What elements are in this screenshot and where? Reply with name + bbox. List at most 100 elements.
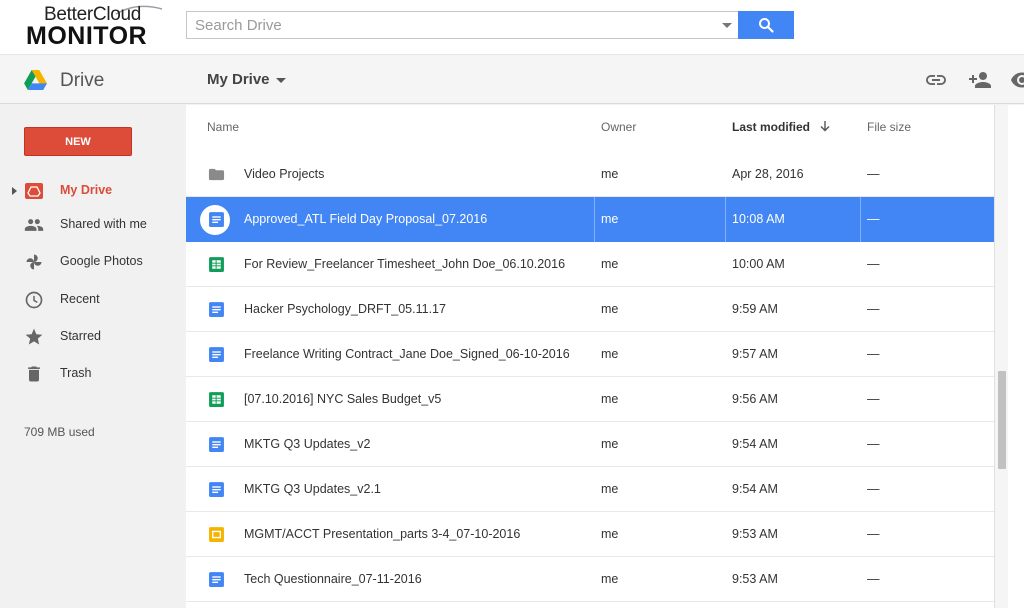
column-separator xyxy=(594,197,595,242)
column-separator xyxy=(725,197,726,242)
clock-icon xyxy=(25,291,43,309)
file-modified: 9:53 AM xyxy=(732,572,778,586)
search-button[interactable] xyxy=(738,11,794,39)
file-size: — xyxy=(867,347,880,361)
preview-eye-icon[interactable] xyxy=(1010,68,1024,92)
column-header-label: Last modified xyxy=(732,120,811,134)
file-size: — xyxy=(867,437,880,451)
column-header-owner[interactable]: Owner xyxy=(601,120,636,134)
photos-pinwheel-icon xyxy=(26,254,42,270)
file-row[interactable]: Tech Questionnaire_07-11-2016 me 9:53 AM… xyxy=(186,557,994,602)
sidebar-item-recent[interactable]: Recent xyxy=(0,282,186,318)
file-name: Freelance Writing Contract_Jane Doe_Sign… xyxy=(244,347,570,361)
file-modified: 9:54 AM xyxy=(732,437,778,451)
file-name: Approved_ATL Field Day Proposal_07.2016 xyxy=(244,212,488,226)
right-gutter xyxy=(1008,105,1024,608)
sidebar-item-starred[interactable]: Starred xyxy=(0,319,186,355)
file-row[interactable]: MKTG Q3 Updates_v2 me 9:54 AM — xyxy=(186,422,994,467)
sidebar-item-label: Starred xyxy=(60,329,101,343)
file-name: MGMT/ACCT Presentation_parts 3-4_07-10-2… xyxy=(244,527,521,541)
file-size: — xyxy=(867,572,880,586)
current-location-dropdown[interactable]: My Drive xyxy=(207,71,286,88)
file-owner: me xyxy=(601,167,619,181)
file-owner: me xyxy=(601,302,619,316)
file-name: Hacker Psychology_DRFT_05.11.17 xyxy=(244,302,446,316)
file-modified: 9:57 AM xyxy=(732,347,778,361)
sidebar-item-google-photos[interactable]: Google Photos xyxy=(0,244,186,280)
sidebar-item-label: Trash xyxy=(60,366,92,380)
file-size: — xyxy=(867,527,880,541)
sidebar-item-label: Google Photos xyxy=(60,254,143,268)
drive-header-bar: Drive My Drive xyxy=(0,54,1024,104)
sort-down-arrow-icon xyxy=(820,121,830,132)
my-drive-icon xyxy=(25,183,43,199)
google-docs-icon xyxy=(209,212,224,227)
file-owner: me xyxy=(601,212,619,226)
google-drive-logo-icon[interactable] xyxy=(24,70,47,90)
file-name: Tech Questionnaire_07-11-2016 xyxy=(244,572,422,586)
app-title[interactable]: Drive xyxy=(60,70,104,92)
google-docs-icon xyxy=(209,482,224,497)
sidebar: NEW My Drive Shared with me Google Photo… xyxy=(0,105,186,608)
file-modified: Apr 28, 2016 xyxy=(732,167,804,181)
bettercloud-monitor-logo[interactable]: BetterCloud MONITOR xyxy=(26,4,163,50)
google-docs-icon xyxy=(209,437,224,452)
scrollbar-thumb[interactable] xyxy=(998,371,1006,469)
column-separator xyxy=(860,197,861,242)
column-header-name[interactable]: Name xyxy=(207,120,239,134)
people-icon xyxy=(24,219,44,231)
file-name: [07.10.2016] NYC Sales Budget_v5 xyxy=(244,392,442,406)
column-header-file-size[interactable]: File size xyxy=(867,120,911,134)
file-row[interactable]: MKTG Q3 Updates_v2.1 me 9:54 AM — xyxy=(186,467,994,512)
search-input[interactable] xyxy=(187,12,707,38)
file-size: — xyxy=(867,257,880,271)
trash-icon xyxy=(28,366,40,382)
file-row-selected[interactable]: Approved_ATL Field Day Proposal_07.2016 … xyxy=(186,197,994,242)
logo-line-2: MONITOR xyxy=(26,22,148,50)
file-owner: me xyxy=(601,527,619,541)
file-modified: 9:56 AM xyxy=(732,392,778,406)
search-icon xyxy=(759,18,774,33)
sidebar-item-trash[interactable]: Trash xyxy=(0,356,186,392)
sidebar-item-label: My Drive xyxy=(60,183,113,197)
star-icon xyxy=(25,328,43,345)
link-icon[interactable] xyxy=(924,68,948,92)
file-rows: Video Projects me Apr 28, 2016 — Approve… xyxy=(186,152,994,602)
file-row[interactable]: For Review_Freelancer Timesheet_John Doe… xyxy=(186,242,994,287)
column-header-last-modified[interactable]: Last modified xyxy=(732,120,831,134)
file-row[interactable]: Hacker Psychology_DRFT_05.11.17 me 9:59 … xyxy=(186,287,994,332)
file-owner: me xyxy=(601,257,619,271)
file-row[interactable]: MGMT/ACCT Presentation_parts 3-4_07-10-2… xyxy=(186,512,994,557)
expand-arrow-icon[interactable] xyxy=(12,187,17,195)
file-owner: me xyxy=(601,437,619,451)
file-modified: 9:54 AM xyxy=(732,482,778,496)
file-row[interactable]: Freelance Writing Contract_Jane Doe_Sign… xyxy=(186,332,994,377)
file-owner: me xyxy=(601,482,619,496)
google-docs-icon xyxy=(209,302,224,317)
file-owner: me xyxy=(601,392,619,406)
google-docs-icon xyxy=(209,347,224,362)
google-sheets-icon xyxy=(209,392,224,407)
column-header-row: Name Owner Last modified File size xyxy=(186,105,994,149)
google-sheets-icon xyxy=(209,257,224,272)
file-row[interactable]: Video Projects me Apr 28, 2016 — xyxy=(186,152,994,197)
file-row[interactable]: [07.10.2016] NYC Sales Budget_v5 me 9:56… xyxy=(186,377,994,422)
file-name: Video Projects xyxy=(244,167,325,181)
storage-usage[interactable]: 709 MB used xyxy=(24,425,95,439)
file-name: MKTG Q3 Updates_v2 xyxy=(244,437,371,451)
share-person-icon[interactable] xyxy=(968,68,992,92)
sidebar-item-shared-with-me[interactable]: Shared with me xyxy=(0,207,186,243)
new-button[interactable]: NEW xyxy=(24,127,132,156)
current-location-label: My Drive xyxy=(207,71,270,88)
google-docs-icon xyxy=(209,572,224,587)
vertical-scrollbar[interactable] xyxy=(994,105,1008,608)
file-modified: 9:59 AM xyxy=(732,302,778,316)
sidebar-item-my-drive[interactable]: My Drive xyxy=(0,173,186,209)
file-size: — xyxy=(867,167,880,181)
file-list: Name Owner Last modified File size Video… xyxy=(186,105,994,608)
search-options-caret-icon[interactable] xyxy=(722,23,732,28)
file-name: For Review_Freelancer Timesheet_John Doe… xyxy=(244,257,566,271)
chevron-down-icon xyxy=(275,77,286,83)
file-size: — xyxy=(867,392,880,406)
file-size: — xyxy=(867,302,880,316)
